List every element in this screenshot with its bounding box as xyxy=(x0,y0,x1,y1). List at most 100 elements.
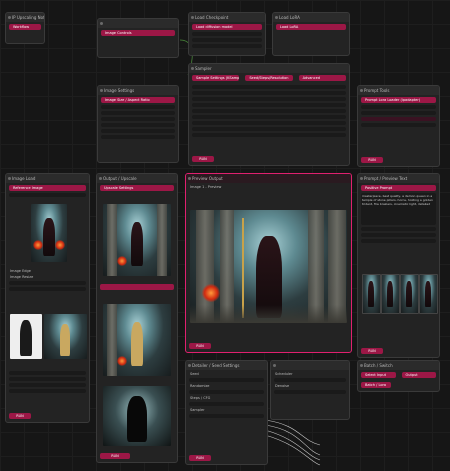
widget-row[interactable] xyxy=(192,115,346,119)
widget-row[interactable] xyxy=(9,193,86,197)
flame-icon xyxy=(202,284,220,302)
node-title: Prompt Tools xyxy=(358,86,439,95)
prompt-lora-loader-button[interactable]: Prompt Lora Loader (ipadapter) xyxy=(361,97,436,103)
node-prompt-tools[interactable]: Prompt Tools Prompt Lora Loader (ipadapt… xyxy=(357,85,440,167)
run-button[interactable]: RUN xyxy=(361,348,383,354)
node-title: Prompt / Preview Text xyxy=(358,174,439,183)
node-batch-switch[interactable]: Batch / Switch Select Input Output Batch… xyxy=(357,360,440,392)
node-image-controls[interactable]: Image Controls xyxy=(97,18,179,58)
sampler-settings-button[interactable]: Sample Settings (KSampler) xyxy=(192,75,240,81)
widget-row[interactable] xyxy=(274,378,346,382)
widget-row[interactable] xyxy=(9,377,86,381)
widget-row[interactable] xyxy=(192,97,346,101)
advanced-button[interactable]: Advanced xyxy=(298,75,346,81)
workflow-button[interactable]: Workflow xyxy=(9,24,41,30)
node-load-lora[interactable]: Load LoRA Load LoRA xyxy=(272,12,350,56)
widget-row[interactable] xyxy=(101,135,175,139)
widget-row[interactable] xyxy=(361,233,436,237)
demon-figure xyxy=(43,218,55,256)
widget-row[interactable] xyxy=(101,111,175,115)
node-load-checkpoint[interactable]: Load Checkpoint Load diffusion model xyxy=(188,12,266,56)
widget-row[interactable] xyxy=(9,281,86,285)
batch-thumbnail-4[interactable] xyxy=(419,274,438,314)
widget-row[interactable] xyxy=(192,133,346,137)
node-image-load[interactable]: Image Load Reference Image Image Edge Im… xyxy=(5,173,90,423)
run-button[interactable]: RUN xyxy=(192,156,214,162)
widget-row[interactable] xyxy=(361,105,436,109)
widget-row[interactable] xyxy=(9,389,86,393)
batch-thumbnail-1[interactable] xyxy=(362,274,381,314)
widget-row[interactable] xyxy=(192,44,262,48)
batch-thumbnail-3[interactable] xyxy=(400,274,419,314)
checkbox-image-edge[interactable]: Image Edge xyxy=(10,269,85,273)
widget-row[interactable] xyxy=(361,111,436,115)
sampler-field[interactable]: Sampler xyxy=(190,408,263,412)
widget-row[interactable] xyxy=(101,105,175,109)
run-button[interactable]: RUN xyxy=(100,453,130,459)
node-detailer-options[interactable]: Scheduler Denoise xyxy=(270,360,350,420)
widget-row[interactable] xyxy=(361,123,436,127)
seed-field[interactable]: Seed xyxy=(190,372,263,376)
widget-row[interactable] xyxy=(192,38,262,42)
widget-row[interactable] xyxy=(192,121,346,125)
node-sampler[interactable]: Sampler Sample Settings (KSampler) Seed/… xyxy=(188,63,350,166)
image-controls-button[interactable]: Image Controls xyxy=(101,30,175,36)
node-canvas[interactable]: IP Upscaling Note (?) Workflow Image Con… xyxy=(0,0,450,471)
demon-figure xyxy=(368,281,374,307)
widget-row[interactable] xyxy=(192,127,346,131)
node-preview-output[interactable]: Preview Output Image 1 - Preview RUN xyxy=(185,173,352,353)
widget-row[interactable] xyxy=(192,32,262,36)
select-input-button[interactable]: Select Input xyxy=(361,372,396,378)
prompt-textarea[interactable]: masterpiece, best quality, a demon queen… xyxy=(361,193,436,225)
widget-row[interactable] xyxy=(189,390,264,394)
widget-row[interactable] xyxy=(361,117,436,121)
load-lora-button[interactable]: Load LoRA xyxy=(276,24,346,30)
widget-row[interactable] xyxy=(361,227,436,231)
widget-row[interactable] xyxy=(9,287,86,291)
node-image-settings[interactable]: Image Settings Image Size / Aspect Ratio xyxy=(97,85,179,163)
batch-lora-button[interactable]: Batch / Lora xyxy=(361,382,391,388)
widget-row[interactable] xyxy=(192,109,346,113)
node-title: Load LoRA xyxy=(273,13,349,22)
run-button[interactable]: RUN xyxy=(189,343,211,349)
widget-row[interactable] xyxy=(189,402,264,406)
widget-row[interactable] xyxy=(192,103,346,107)
batch-thumbnail-2[interactable] xyxy=(381,274,400,314)
node-title: IP Upscaling Note (?) xyxy=(6,13,44,22)
run-button[interactable]: RUN xyxy=(361,157,383,163)
steps-cfg-field[interactable]: Steps / CFG xyxy=(190,396,263,400)
image-size-button[interactable]: Image Size / Aspect Ratio xyxy=(101,97,175,103)
flame-icon xyxy=(55,240,65,250)
denoise-field[interactable]: Denoise xyxy=(275,384,345,388)
widget-row[interactable] xyxy=(274,390,346,394)
node-title: Sampler xyxy=(189,64,349,73)
widget-row[interactable] xyxy=(101,117,175,121)
demon-figure xyxy=(425,281,431,307)
load-model-button[interactable]: Load diffusion model xyxy=(192,24,262,30)
widget-row[interactable] xyxy=(9,383,86,387)
node-detailer-settings[interactable]: Detailer / Seed Settings Seed Randomize … xyxy=(185,360,268,465)
widget-row[interactable] xyxy=(192,91,346,95)
widget-row[interactable] xyxy=(101,129,175,133)
widget-row[interactable] xyxy=(192,85,346,89)
upscale-settings-button[interactable]: Upscale Settings xyxy=(100,185,174,191)
pose-figure xyxy=(20,320,32,356)
positive-prompt-button[interactable]: Positive Prompt xyxy=(361,185,436,191)
checkbox-image-resize[interactable]: Image Resize xyxy=(10,275,85,279)
randomize-field[interactable]: Randomize xyxy=(190,384,263,388)
reference-image-button[interactable]: Reference Image xyxy=(9,185,86,191)
widget-row[interactable] xyxy=(9,371,86,375)
node-workflow-note[interactable]: IP Upscaling Note (?) Workflow xyxy=(5,12,45,44)
run-button[interactable]: RUN xyxy=(9,413,31,419)
widget-row[interactable] xyxy=(189,414,264,418)
node-prompt-text[interactable]: Prompt / Preview Text Positive Prompt ma… xyxy=(357,173,440,358)
scheduler-field[interactable]: Scheduler xyxy=(275,372,345,376)
output-button[interactable]: Output xyxy=(401,372,436,378)
run-button[interactable]: RUN xyxy=(189,455,211,461)
node-output-upscale[interactable]: Output / Upscale Upscale Settings RUN xyxy=(96,173,178,463)
widget-row[interactable] xyxy=(361,239,436,243)
widget-row[interactable] xyxy=(101,123,175,127)
output-image-2 xyxy=(103,304,171,376)
widget-row[interactable] xyxy=(189,378,264,382)
seed-steps-button[interactable]: Seed/Steps/Resolution xyxy=(245,75,293,81)
